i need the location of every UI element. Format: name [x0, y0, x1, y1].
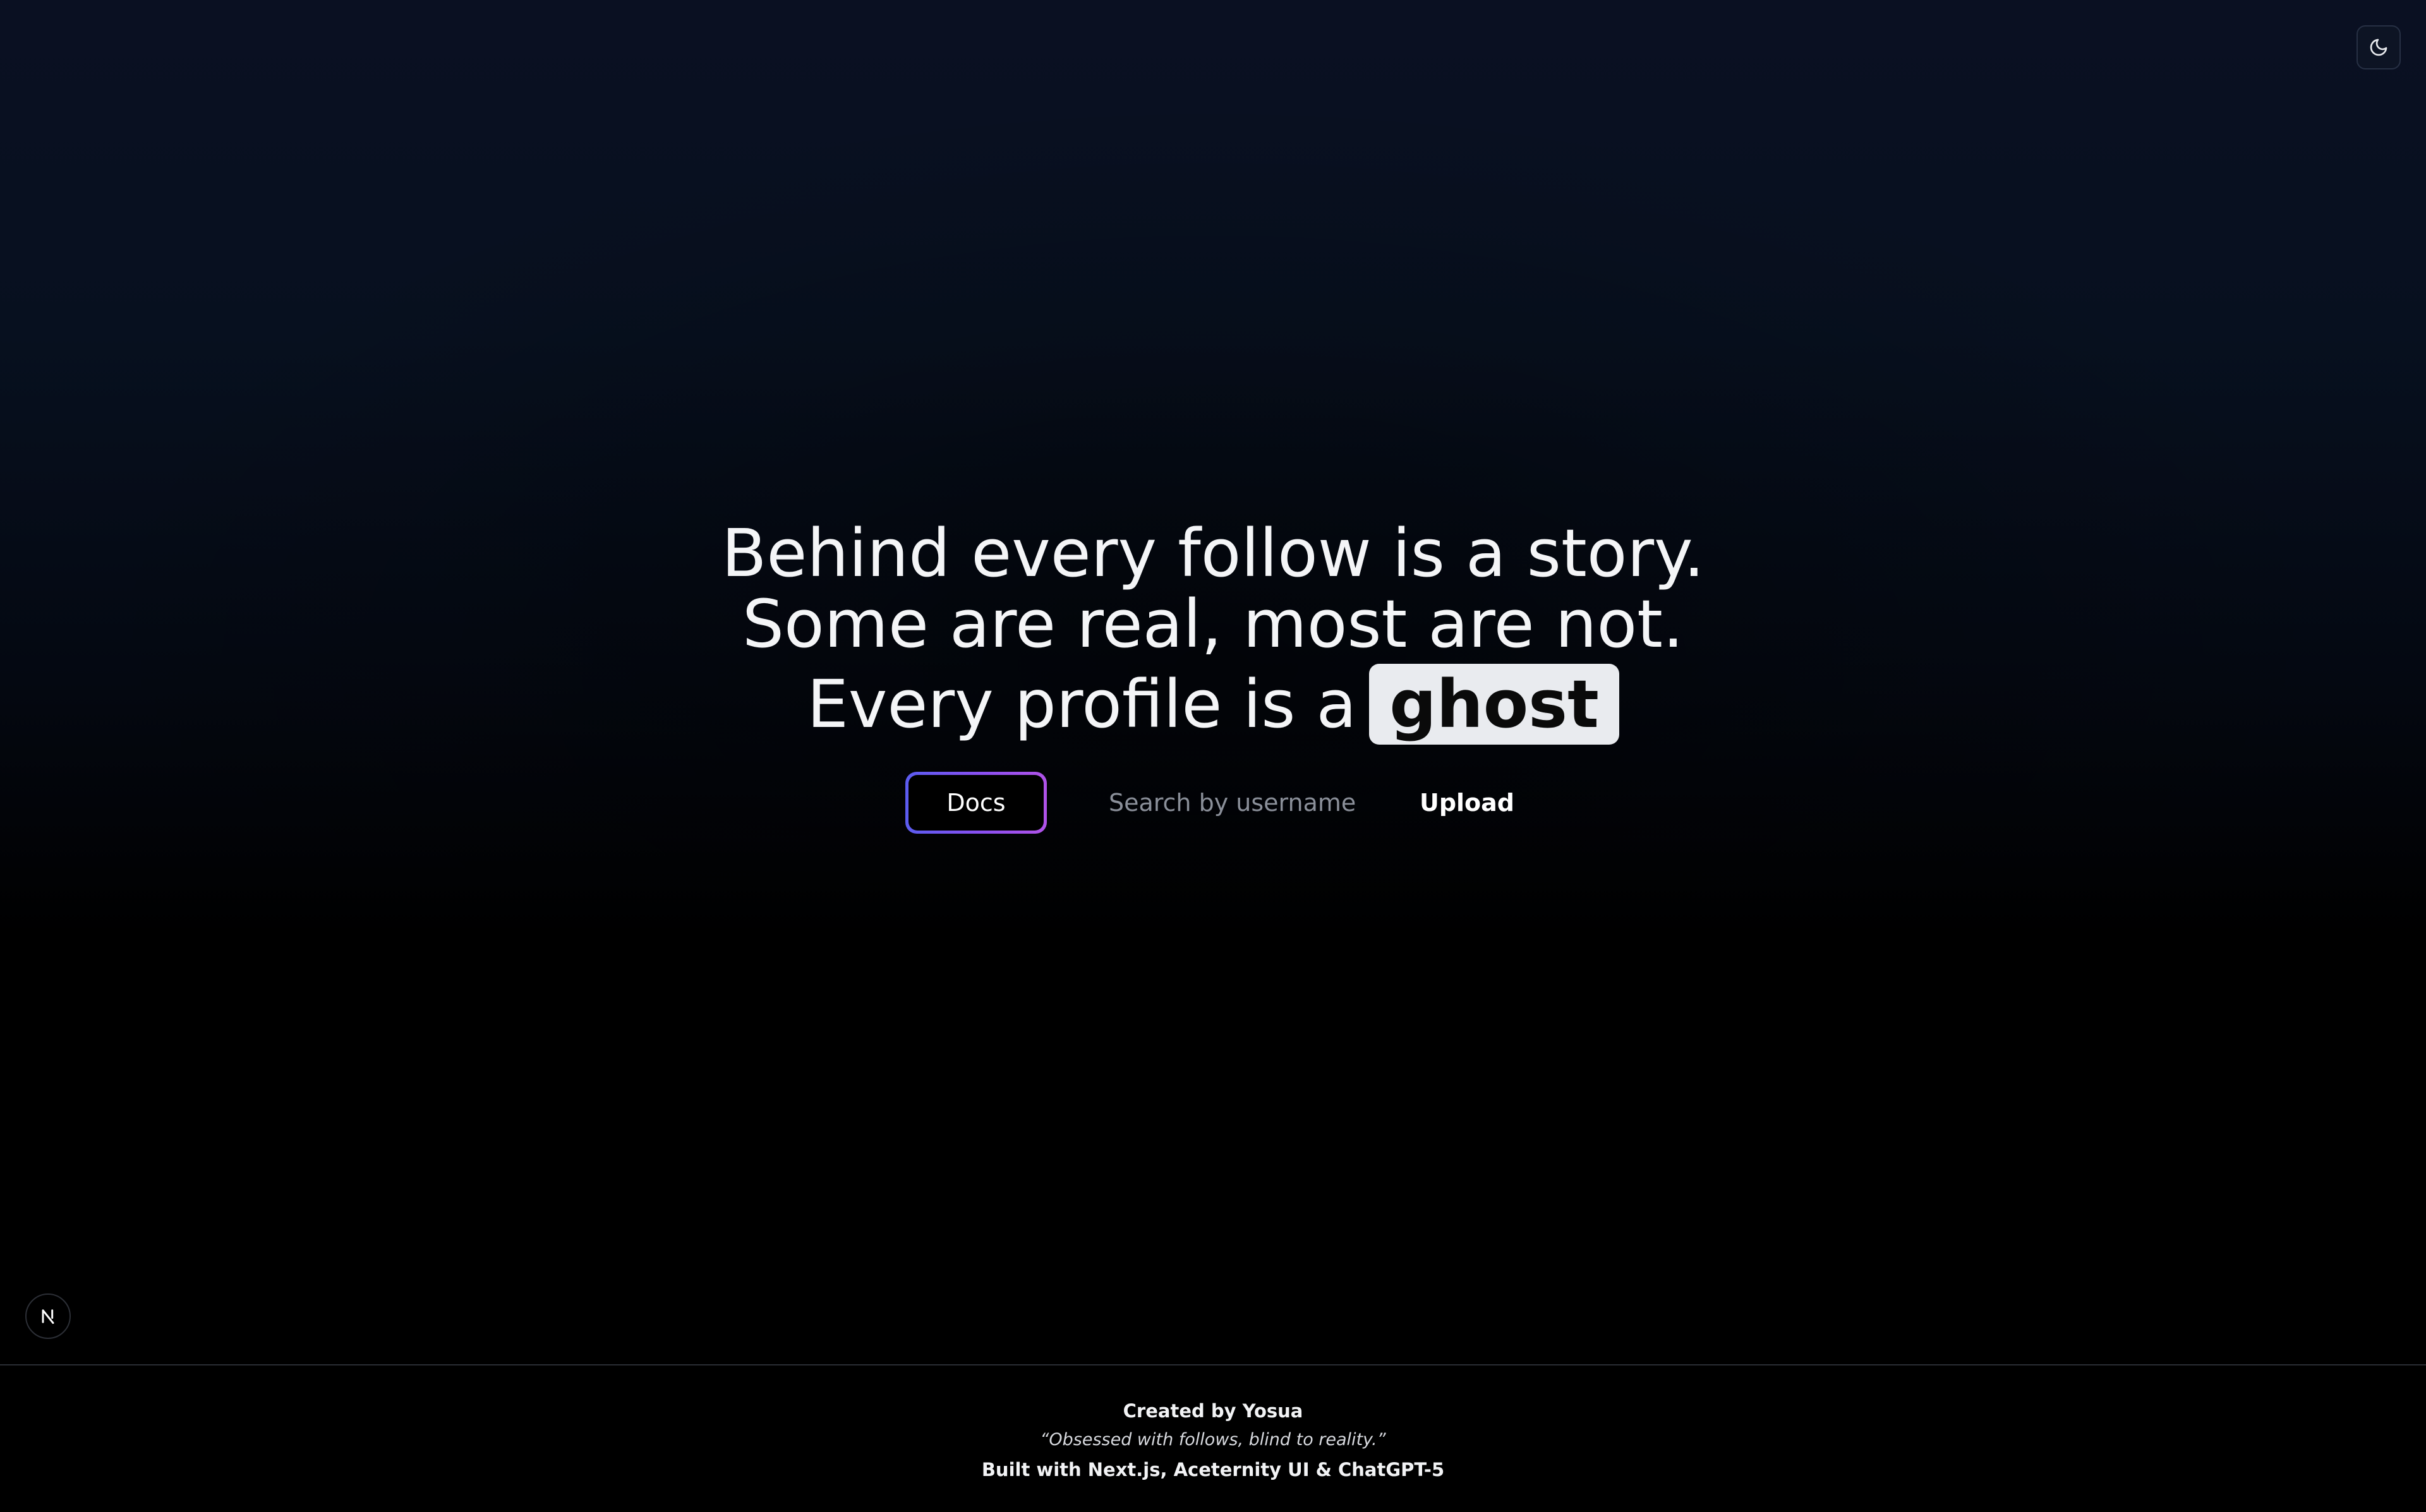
- moon-icon: [2370, 39, 2387, 56]
- docs-button[interactable]: Docs: [908, 775, 1044, 831]
- headline-line-1: Behind every follow is a story.: [721, 515, 1705, 592]
- ghost-highlight: ghost: [1369, 664, 1619, 745]
- search-username-input[interactable]: [1107, 774, 1388, 831]
- nextjs-logo-icon: [42, 1309, 54, 1324]
- docs-button-border: Docs: [905, 772, 1047, 834]
- footer-quote: “Obsessed with follows, blind to reality…: [1040, 1430, 1386, 1449]
- page: Behind every follow is a story. Some are…: [0, 0, 2426, 1512]
- hero: Behind every follow is a story. Some are…: [0, 518, 2426, 834]
- upload-button[interactable]: Upload: [1413, 775, 1521, 831]
- nextjs-badge[interactable]: [25, 1293, 71, 1339]
- hero-headline: Behind every follow is a story. Some are…: [721, 518, 1705, 745]
- footer-credit: Created by Yosua: [1123, 1400, 1303, 1422]
- headline-line-3: Every profile is a ghost: [721, 663, 1705, 745]
- headline-line-2: Some are real, most are not.: [742, 585, 1684, 663]
- footer: Created by Yosua “Obsessed with follows,…: [0, 1364, 2426, 1512]
- headline-line-3-prefix: Every profile is a: [807, 666, 1357, 743]
- theme-toggle-button[interactable]: [2357, 25, 2401, 69]
- action-row: Docs Upload: [905, 772, 1521, 834]
- footer-built-with: Built with Next.js, Aceternity UI & Chat…: [981, 1459, 1445, 1480]
